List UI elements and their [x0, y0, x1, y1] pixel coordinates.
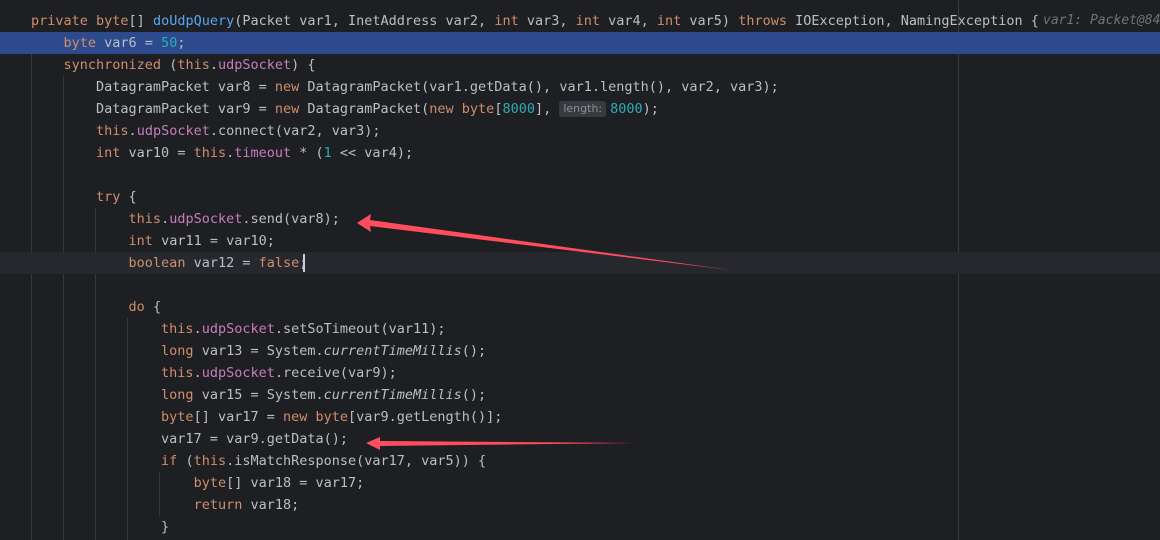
- code-editor[interactable]: private byte[] doUdpQuery(Packet var1, I…: [0, 0, 1160, 540]
- annotation-arrow-getdata: [366, 437, 640, 450]
- annotation-arrow-send: [357, 214, 730, 270]
- annotation-overlay: [357, 214, 730, 450]
